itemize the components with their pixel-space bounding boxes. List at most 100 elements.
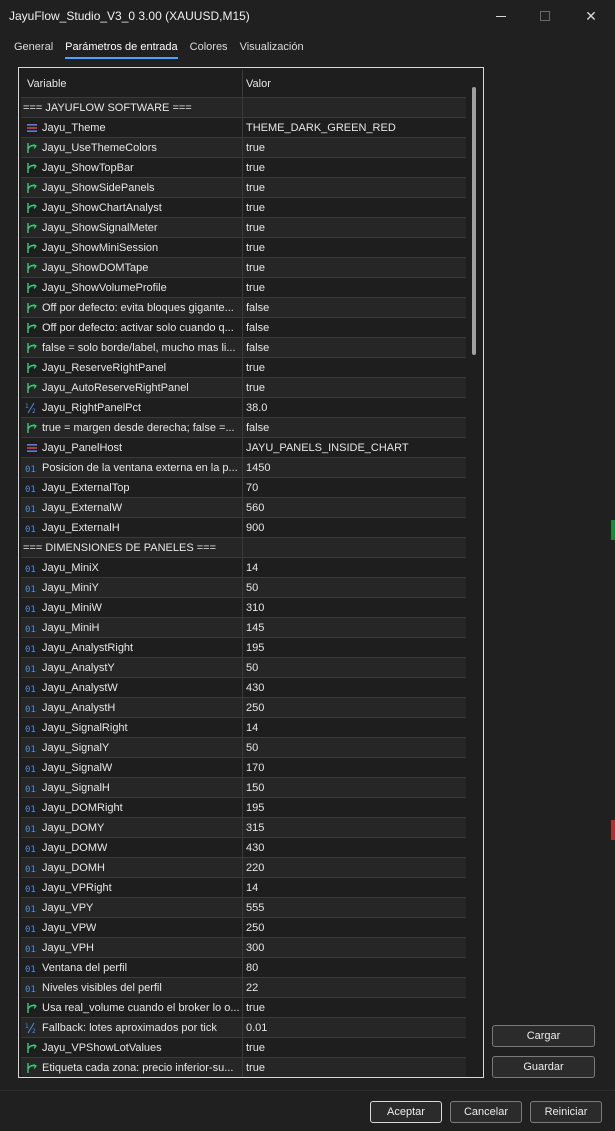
table-row[interactable]: Jayu_ShowSidePanels true: [21, 177, 466, 198]
table-row[interactable]: 01 Jayu_MiniW 310: [21, 597, 466, 618]
ok-button[interactable]: Aceptar: [370, 1101, 442, 1123]
value-cell[interactable]: 195: [243, 642, 466, 654]
value-cell[interactable]: true: [243, 182, 466, 194]
table-row[interactable]: 01 Jayu_MiniH 145: [21, 617, 466, 638]
value-cell[interactable]: 145: [243, 622, 466, 634]
value-cell[interactable]: true: [243, 222, 466, 234]
table-row[interactable]: Jayu_ShowMiniSession true: [21, 237, 466, 258]
table-row[interactable]: 01 Jayu_MiniY 50: [21, 577, 466, 598]
value-cell[interactable]: JAYU_PANELS_INSIDE_CHART: [243, 442, 466, 454]
maximize-button[interactable]: [522, 0, 568, 32]
value-cell[interactable]: true: [243, 362, 466, 374]
value-cell[interactable]: 22: [243, 982, 466, 994]
value-cell[interactable]: true: [243, 1062, 466, 1074]
value-cell[interactable]: 50: [243, 582, 466, 594]
value-cell[interactable]: false: [243, 422, 466, 434]
table-row[interactable]: true = margen desde derecha; false =... f…: [21, 417, 466, 438]
value-cell[interactable]: 150: [243, 782, 466, 794]
table-row[interactable]: Jayu_ShowVolumeProfile true: [21, 277, 466, 298]
table-row[interactable]: 01 Jayu_ExternalH 900: [21, 517, 466, 538]
table-row[interactable]: 01 Jayu_AnalystRight 195: [21, 637, 466, 658]
value-cell[interactable]: 430: [243, 682, 466, 694]
table-row[interactable]: Usa real_volume cuando el broker lo o...…: [21, 997, 466, 1018]
value-cell[interactable]: 220: [243, 862, 466, 874]
table-row[interactable]: Jayu_AutoReserveRightPanel true: [21, 377, 466, 398]
table-row[interactable]: Jayu_Theme THEME_DARK_GREEN_RED: [21, 117, 466, 138]
reset-button[interactable]: Reiniciar: [530, 1101, 602, 1123]
table-row[interactable]: 01 Jayu_AnalystH 250: [21, 697, 466, 718]
table-row[interactable]: 01 Jayu_ExternalW 560: [21, 497, 466, 518]
value-cell[interactable]: 50: [243, 662, 466, 674]
table-row[interactable]: 01 Jayu_SignalRight 14: [21, 717, 466, 738]
value-cell[interactable]: 170: [243, 762, 466, 774]
table-row[interactable]: 01 Posicion de la ventana externa en la p…: [21, 457, 466, 478]
value-cell[interactable]: 250: [243, 702, 466, 714]
value-cell[interactable]: 315: [243, 822, 466, 834]
value-cell[interactable]: 195: [243, 802, 466, 814]
tab-visualization[interactable]: Visualización: [234, 38, 310, 59]
table-row[interactable]: 01 Jayu_VPRight 14: [21, 877, 466, 898]
table-row[interactable]: Off por defecto: evita bloques gigante..…: [21, 297, 466, 318]
value-cell[interactable]: 250: [243, 922, 466, 934]
table-row[interactable]: 01 Jayu_VPW 250: [21, 917, 466, 938]
table-row[interactable]: Jayu_ShowDOMTape true: [21, 257, 466, 278]
value-cell[interactable]: 70: [243, 482, 466, 494]
table-row[interactable]: 01 Jayu_SignalH 150: [21, 777, 466, 798]
value-cell[interactable]: 310: [243, 602, 466, 614]
table-row[interactable]: Jayu_ShowChartAnalyst true: [21, 197, 466, 218]
table-row[interactable]: 01 Jayu_DOMY 315: [21, 817, 466, 838]
vertical-scrollbar[interactable]: [472, 87, 477, 1077]
table-row[interactable]: Jayu_VPShowLotValues true: [21, 1037, 466, 1058]
value-cell[interactable]: false: [243, 322, 466, 334]
table-row[interactable]: Jayu_UseThemeColors true: [21, 137, 466, 158]
table-row[interactable]: 01 Niveles visibles del perfil 22: [21, 977, 466, 998]
value-cell[interactable]: false: [243, 342, 466, 354]
value-cell[interactable]: true: [243, 262, 466, 274]
save-button[interactable]: Guardar: [492, 1056, 595, 1078]
value-cell[interactable]: false: [243, 302, 466, 314]
value-cell[interactable]: 50: [243, 742, 466, 754]
value-cell[interactable]: 900: [243, 522, 466, 534]
close-button[interactable]: ✕: [568, 0, 614, 32]
value-cell[interactable]: true: [243, 282, 466, 294]
table-row[interactable]: 01 Jayu_DOMW 430: [21, 837, 466, 858]
table-row[interactable]: false = solo borde/label, mucho mas li..…: [21, 337, 466, 358]
table-row[interactable]: Etiqueta cada zona: precio inferior-su..…: [21, 1057, 466, 1077]
table-row[interactable]: Jayu_PanelHost JAYU_PANELS_INSIDE_CHART: [21, 437, 466, 458]
minimize-button[interactable]: [478, 0, 524, 32]
value-cell[interactable]: 14: [243, 722, 466, 734]
table-row[interactable]: 01 Jayu_SignalW 170: [21, 757, 466, 778]
cancel-button[interactable]: Cancelar: [450, 1101, 522, 1123]
value-cell[interactable]: 80: [243, 962, 466, 974]
table-row[interactable]: Jayu_ReserveRightPanel true: [21, 357, 466, 378]
value-cell[interactable]: 14: [243, 562, 466, 574]
table-row[interactable]: 01 Jayu_DOMH 220: [21, 857, 466, 878]
value-cell[interactable]: 14: [243, 882, 466, 894]
column-header-value[interactable]: Valor: [243, 70, 466, 97]
section-header-row[interactable]: === DIMENSIONES DE PANELES ===: [21, 537, 466, 558]
table-row[interactable]: 01 Jayu_SignalY 50: [21, 737, 466, 758]
value-cell[interactable]: 560: [243, 502, 466, 514]
table-row[interactable]: 01 Ventana del perfil 80: [21, 957, 466, 978]
value-cell[interactable]: true: [243, 202, 466, 214]
table-row[interactable]: 01 Jayu_DOMRight 195: [21, 797, 466, 818]
table-row[interactable]: Jayu_ShowSignalMeter true: [21, 217, 466, 238]
value-cell[interactable]: 0.01: [243, 1022, 466, 1034]
value-cell[interactable]: THEME_DARK_GREEN_RED: [243, 122, 466, 134]
value-cell[interactable]: true: [243, 162, 466, 174]
table-row[interactable]: 01 Jayu_VPH 300: [21, 937, 466, 958]
value-cell[interactable]: true: [243, 142, 466, 154]
value-cell[interactable]: 38.0: [243, 402, 466, 414]
value-cell[interactable]: true: [243, 382, 466, 394]
value-cell[interactable]: 555: [243, 902, 466, 914]
table-row[interactable]: Jayu_ShowTopBar true: [21, 157, 466, 178]
table-row[interactable]: 01 Jayu_AnalystW 430: [21, 677, 466, 698]
table-row[interactable]: 01 Jayu_AnalystY 50: [21, 657, 466, 678]
table-row[interactable]: 01 Jayu_MiniX 14: [21, 557, 466, 578]
value-cell[interactable]: 300: [243, 942, 466, 954]
table-row[interactable]: Off por defecto: activar solo cuando q..…: [21, 317, 466, 338]
table-row[interactable]: 1 2 Fallback: lotes aproximados por tick 0.…: [21, 1017, 466, 1038]
table-row[interactable]: 01 Jayu_ExternalTop 70: [21, 477, 466, 498]
scrollbar-thumb[interactable]: [472, 87, 476, 355]
value-cell[interactable]: 430: [243, 842, 466, 854]
